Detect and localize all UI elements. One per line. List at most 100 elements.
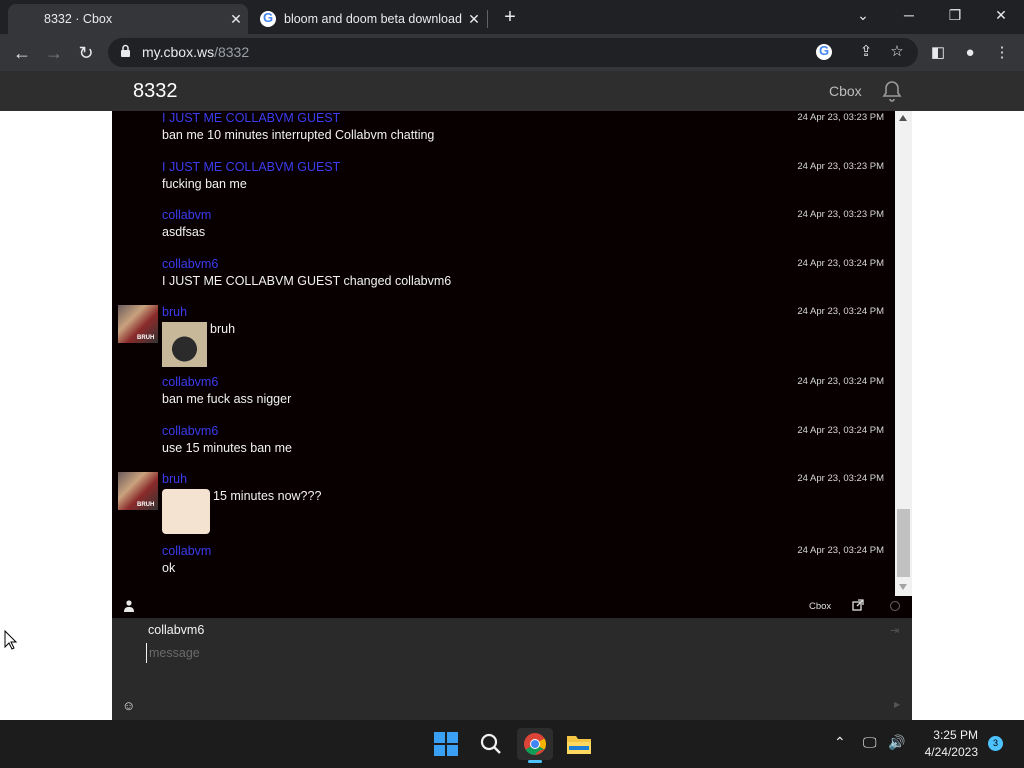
message-username[interactable]: collabvm <box>162 544 211 558</box>
windows-taskbar: ⌃ 🖵 🔊 3:25 PM 4/24/2023 3 <box>0 720 1024 768</box>
google-favicon-icon <box>260 10 276 27</box>
volume-icon[interactable]: 🔊 <box>888 734 905 751</box>
reload-icon[interactable]: ↻ <box>73 40 99 66</box>
notification-badge[interactable]: 3 <box>988 736 1003 751</box>
message-username[interactable]: I JUST ME COLLABVM GUEST <box>162 111 340 125</box>
new-tab-icon[interactable]: + <box>498 4 522 30</box>
message-text: ok <box>162 561 176 575</box>
network-icon[interactable]: 🖵 <box>863 734 877 751</box>
message-text: bruh <box>210 322 236 336</box>
taskbar-file-explorer[interactable] <box>561 728 597 760</box>
status-circle-icon[interactable] <box>890 601 900 611</box>
message-username[interactable]: collabvm6 <box>162 375 218 389</box>
message-username[interactable]: collabvm <box>162 208 211 222</box>
bell-icon[interactable] <box>880 79 904 103</box>
message-timestamp: 24 Apr 23, 03:24 PM <box>797 425 884 436</box>
message-text: ban me 10 minutes interrupted Collabvm c… <box>162 128 435 142</box>
folder-icon <box>567 736 591 754</box>
message-text: asdfsas <box>162 225 206 239</box>
browser-toolbar: ← → ↻ my.cbox.ws/8332 ⇪ ☆ ◧ ● ⋮ <box>0 34 1024 71</box>
message-timestamp: 24 Apr 23, 03:24 PM <box>797 473 884 484</box>
message-username[interactable]: I JUST ME COLLABVM GUEST <box>162 160 340 174</box>
avatar[interactable]: BRUH <box>118 472 158 510</box>
minimize-icon[interactable]: ─ <box>886 0 932 30</box>
tab-search-icon[interactable]: ⌄ <box>840 0 886 30</box>
message-image[interactable] <box>162 489 210 534</box>
close-tab-icon[interactable]: ✕ <box>224 11 248 28</box>
message-image[interactable] <box>162 322 207 367</box>
back-icon[interactable]: ← <box>9 40 35 66</box>
scrollbar-thumb[interactable] <box>897 509 910 577</box>
url-host: my.cbox.ws <box>142 44 215 60</box>
chat-scrollbar[interactable] <box>895 111 912 596</box>
message-username[interactable]: collabvm6 <box>162 424 218 438</box>
forward-icon[interactable]: → <box>41 40 67 66</box>
message-text: 15 minutes now??? <box>213 489 322 503</box>
mouse-cursor-icon <box>4 630 18 650</box>
windows-logo-icon <box>434 732 458 756</box>
address-bar[interactable]: my.cbox.ws/8332 ⇪ ☆ <box>108 38 918 67</box>
url-text: my.cbox.ws/8332 <box>142 44 249 60</box>
close-window-icon[interactable]: ✕ <box>978 0 1024 30</box>
clock-time: 3:25 PM <box>933 728 978 742</box>
message-input[interactable] <box>146 643 846 663</box>
message-timestamp: 24 Apr 23, 03:23 PM <box>797 209 884 220</box>
taskbar-chrome[interactable] <box>517 728 553 763</box>
cbox-header: 8332 Cbox <box>0 71 1024 111</box>
message-text: ban me fuck ass nigger <box>162 392 292 406</box>
message-compose-area: collabvm6 ⇥ ☺ ▶ <box>112 618 912 720</box>
login-icon[interactable]: ⇥ <box>890 624 899 637</box>
compose-username[interactable]: collabvm6 <box>148 623 204 637</box>
message-text: I JUST ME COLLABVM GUEST changed collabv… <box>162 274 452 288</box>
restore-icon[interactable]: ❐ <box>932 0 978 30</box>
start-button[interactable] <box>428 728 464 760</box>
cbox-brand-link[interactable]: Cbox <box>829 83 862 99</box>
avatar-text: BRUH <box>137 502 155 508</box>
show-hidden-icons-icon[interactable]: ⌃ <box>834 734 846 751</box>
message-timestamp: 24 Apr 23, 03:23 PM <box>797 112 884 123</box>
message-username[interactable]: bruh <box>162 305 187 319</box>
tab-cbox[interactable]: 8332 · Cbox ✕ <box>8 4 248 34</box>
bookmark-star-icon[interactable]: ☆ <box>887 42 907 62</box>
message-timestamp: 24 Apr 23, 03:24 PM <box>797 545 884 556</box>
message-timestamp: 24 Apr 23, 03:24 PM <box>797 258 884 269</box>
taskbar-clock[interactable]: 3:25 PM 4/24/2023 <box>910 727 978 761</box>
tab-title: bloom and doom beta download <box>284 12 462 26</box>
message-username[interactable]: bruh <box>162 472 187 486</box>
cbox-link[interactable]: Cbox <box>809 601 831 612</box>
profile-icon[interactable]: ● <box>960 43 980 63</box>
scroll-down-icon[interactable] <box>899 584 907 590</box>
close-tab-icon[interactable]: ✕ <box>462 11 486 28</box>
external-link-icon[interactable] <box>852 599 864 611</box>
chat-message-list[interactable]: I JUST ME COLLABVM GUEST 24 Apr 23, 03:2… <box>112 111 912 596</box>
chrome-icon <box>524 733 546 755</box>
tab-bloom-doom[interactable]: bloom and doom beta download ✕ <box>250 4 486 34</box>
avatar[interactable]: BRUH <box>118 305 158 343</box>
send-icon[interactable]: ▶ <box>894 700 900 709</box>
search-icon <box>480 733 501 754</box>
avatar-text: BRUH <box>137 335 155 341</box>
message-timestamp: 24 Apr 23, 03:23 PM <box>797 161 884 172</box>
user-icon[interactable] <box>124 600 134 612</box>
menu-icon[interactable]: ⋮ <box>992 43 1012 63</box>
emoji-icon[interactable]: ☺ <box>122 698 135 713</box>
tab-separator <box>487 10 488 28</box>
message-username[interactable]: collabvm6 <box>162 257 218 271</box>
tab-title: 8332 · Cbox <box>44 12 113 26</box>
share-icon[interactable]: ⇪ <box>856 42 876 62</box>
chat-toolbar: Cbox <box>112 596 912 618</box>
page-title: 8332 <box>133 80 178 102</box>
side-panel-icon[interactable]: ◧ <box>928 43 948 63</box>
message-text: use 15 minutes ban me <box>162 441 292 455</box>
lock-icon <box>121 44 130 57</box>
browser-tab-strip: 8332 · Cbox ✕ bloom and doom beta downlo… <box>0 0 1024 34</box>
search-button[interactable] <box>473 728 509 760</box>
url-path: /8332 <box>214 44 250 60</box>
active-indicator <box>528 760 542 763</box>
google-lens-icon[interactable] <box>816 43 832 60</box>
scroll-up-icon[interactable] <box>899 115 907 121</box>
clock-date: 4/24/2023 <box>924 745 978 759</box>
message-timestamp: 24 Apr 23, 03:24 PM <box>797 376 884 387</box>
message-timestamp: 24 Apr 23, 03:24 PM <box>797 306 884 317</box>
message-text: fucking ban me <box>162 177 247 191</box>
